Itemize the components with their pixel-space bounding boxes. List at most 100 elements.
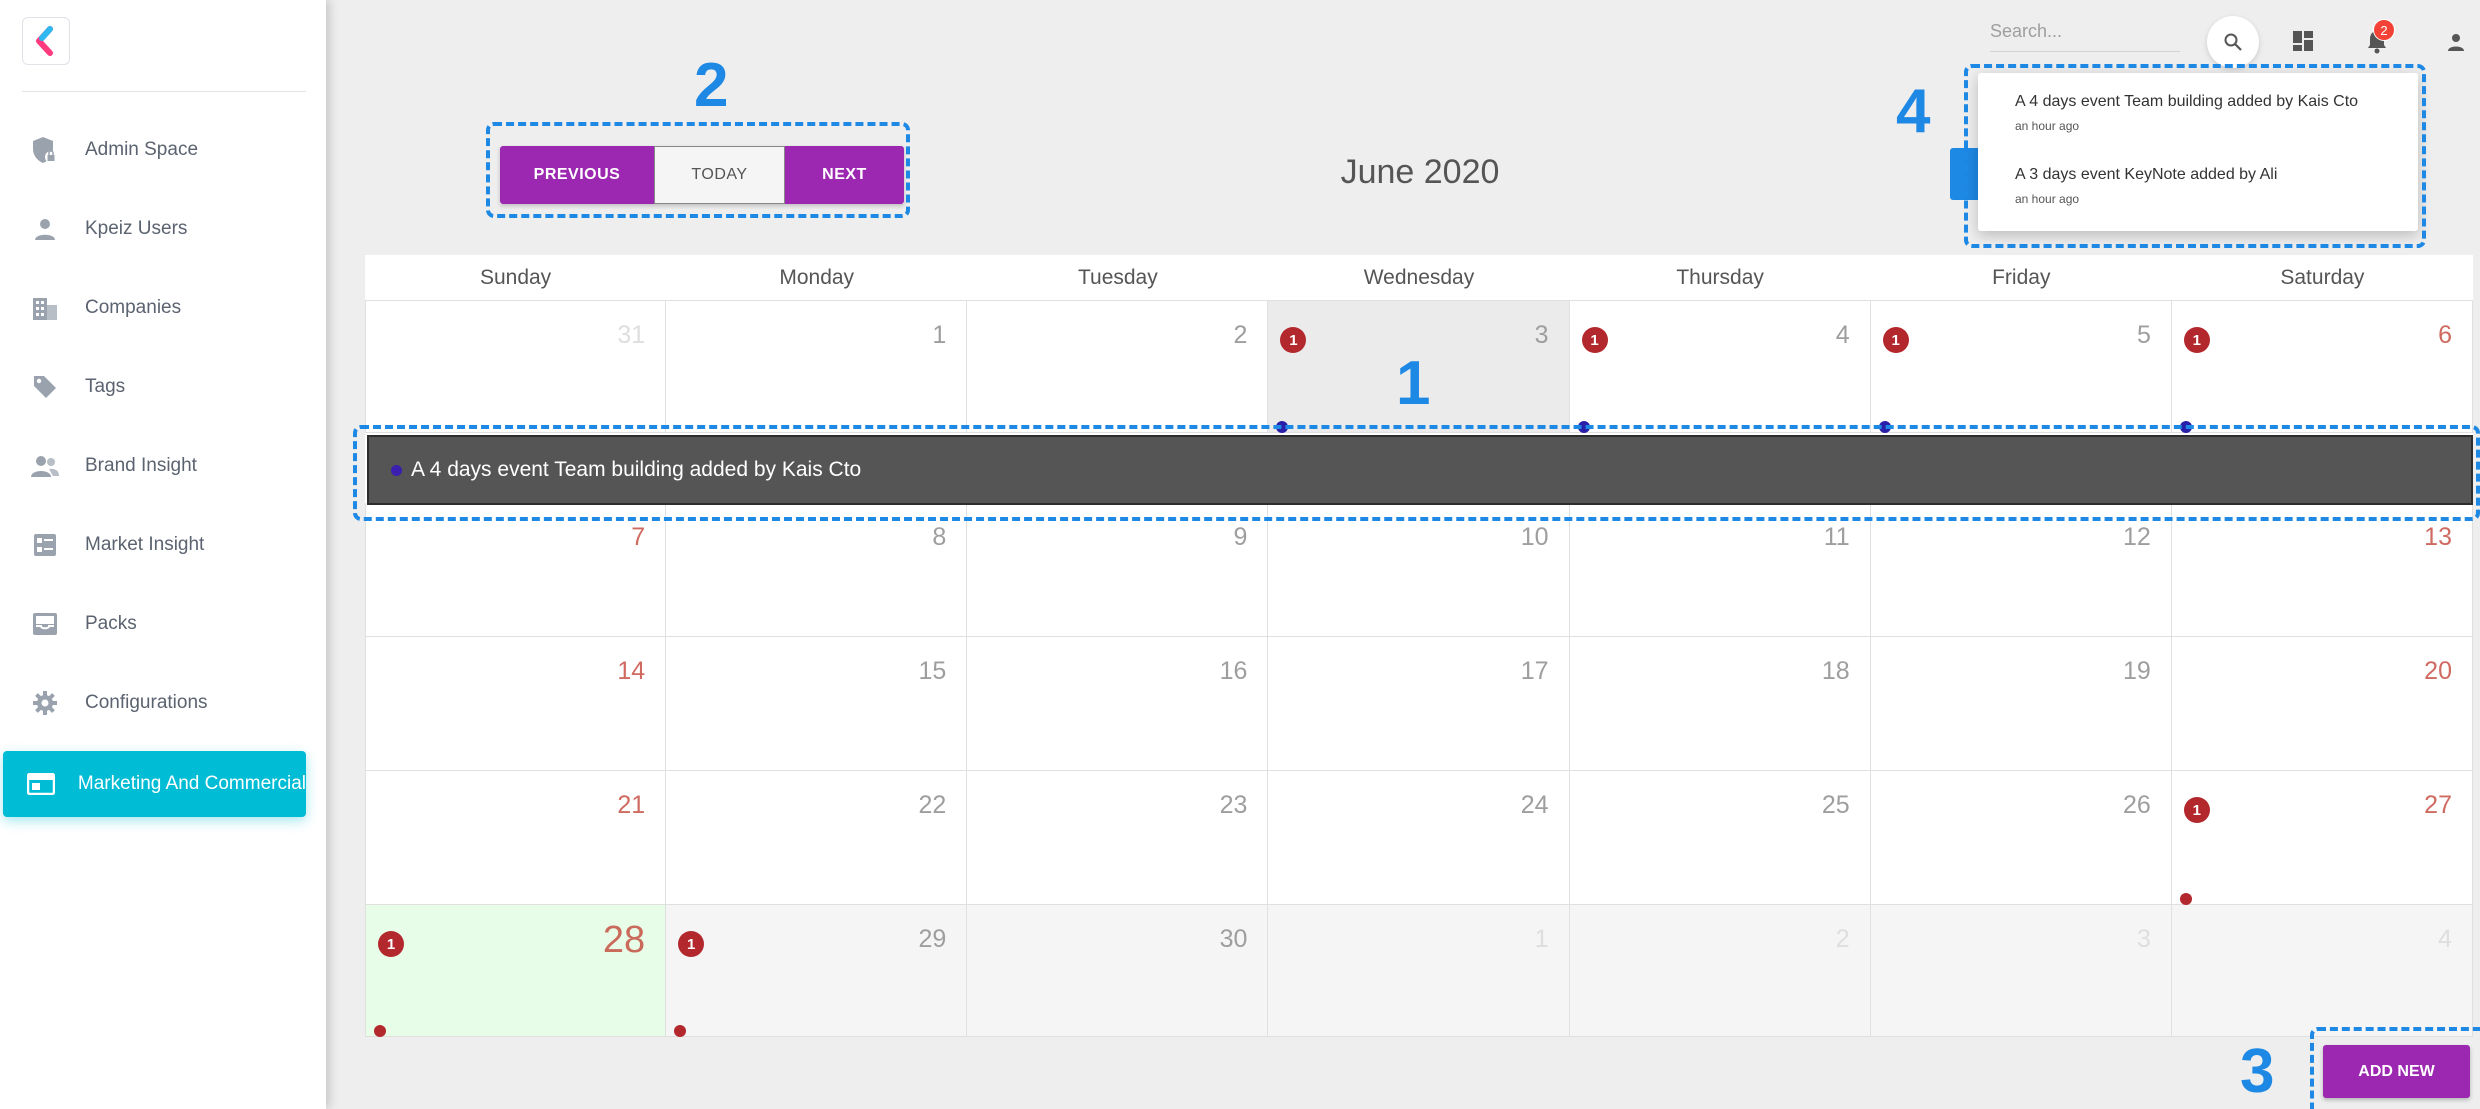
sidebar-item-kpeiz-users[interactable]: Kpeiz Users xyxy=(3,196,306,262)
sidebar-item-label: Tags xyxy=(85,376,126,397)
notification-count-badge: 2 xyxy=(2373,19,2395,41)
gear-icon xyxy=(27,690,63,716)
event-dot xyxy=(2179,893,2192,905)
sidebar-item-admin-space[interactable]: Admin Space xyxy=(3,117,306,183)
day-number: 10 xyxy=(1520,523,1549,551)
sidebar-item-packs[interactable]: Packs xyxy=(3,591,306,657)
day-cell[interactable]: 4 xyxy=(2171,905,2473,1037)
day-cell[interactable]: 23 xyxy=(967,771,1269,905)
day-cell[interactable]: 29 1 xyxy=(666,905,968,1037)
day-cell[interactable]: 2 xyxy=(967,301,1269,433)
web-window-icon xyxy=(27,773,56,795)
sidebar-item-market-insight[interactable]: Market Insight xyxy=(3,512,306,578)
sidebar-item-label: Companies xyxy=(85,297,182,318)
sidebar-item-marketing-and-commercial[interactable]: Marketing And Commercial xyxy=(3,751,306,817)
day-number: 29 xyxy=(918,925,947,953)
day-number: 28 xyxy=(602,919,646,961)
day-cell[interactable]: 10 xyxy=(1268,503,1570,637)
day-cell[interactable]: 8 xyxy=(666,503,968,637)
day-cell[interactable]: 1 xyxy=(1268,905,1570,1037)
sidebar-item-label: Marketing And Commercial xyxy=(77,773,306,794)
sidebar-item-label: Kpeiz Users xyxy=(85,218,188,239)
event-dot xyxy=(674,1025,687,1037)
weekday-label: Sunday xyxy=(479,265,552,289)
day-cell[interactable]: 14 xyxy=(365,637,667,771)
inbox-icon xyxy=(27,612,63,636)
event-count-badge[interactable]: 1 xyxy=(378,931,404,957)
event-dot xyxy=(374,1025,386,1037)
user-icon xyxy=(2448,34,2464,51)
day-cell[interactable]: 19 xyxy=(1870,637,2172,771)
day-number: 26 xyxy=(2123,791,2151,819)
sidebar-item-label: Configurations xyxy=(85,692,208,713)
day-cell[interactable]: 61 xyxy=(2171,301,2473,433)
day-cell[interactable]: 18 xyxy=(1569,637,1871,771)
day-cell[interactable]: 20 xyxy=(2171,637,2473,771)
event-count-badge[interactable]: 1 xyxy=(2183,797,2210,823)
users-group-icon xyxy=(27,454,63,478)
day-cell[interactable]: 30 xyxy=(967,905,1269,1037)
day-cell[interactable]: 9 xyxy=(967,503,1269,637)
day-number: 2 xyxy=(1233,321,1248,349)
search-input[interactable] xyxy=(1990,14,2180,48)
weekday-label: Monday xyxy=(779,265,855,289)
day-cell[interactable]: 3 xyxy=(1870,905,2172,1037)
day-cell[interactable]: 16 xyxy=(967,637,1269,771)
day-cell[interactable]: 25 xyxy=(1569,771,1871,905)
day-number: 22 xyxy=(918,791,947,819)
sidebar-item-companies[interactable]: Companies xyxy=(3,275,306,341)
day-cell[interactable]: 41 xyxy=(1569,301,1871,433)
annotation-box-1 xyxy=(353,425,2480,521)
weekday-header: Sunday Monday Tuesday Wednesday Thursday Frid… xyxy=(365,255,2473,301)
day-number: 18 xyxy=(1821,657,1850,685)
day-cell[interactable]: 28 1 xyxy=(365,905,667,1037)
profile-button[interactable] xyxy=(2445,31,2467,53)
day-cell[interactable]: 11 xyxy=(1569,503,1871,637)
day-number: 11 xyxy=(1823,523,1850,551)
search-button[interactable] xyxy=(2207,16,2259,68)
event-count-badge[interactable]: 1 xyxy=(1882,327,1909,353)
day-cell[interactable]: 27 1 xyxy=(2171,771,2473,905)
day-cell[interactable]: 51 xyxy=(1870,301,2172,433)
event-count-badge[interactable]: 1 xyxy=(678,931,705,957)
day-cell[interactable]: 13 xyxy=(2171,503,2473,637)
dashboard-button[interactable] xyxy=(2291,29,2315,53)
day-cell[interactable]: 21 xyxy=(365,771,667,905)
day-number: 6 xyxy=(2438,321,2452,349)
day-cell[interactable]: 15 xyxy=(666,637,968,771)
day-cell[interactable]: 26 xyxy=(1870,771,2172,905)
sidebar-item-configurations[interactable]: Configurations xyxy=(3,670,306,736)
app-logo[interactable] xyxy=(22,17,70,65)
day-number: 14 xyxy=(617,657,646,685)
day-cell[interactable]: 12 xyxy=(1870,503,2172,637)
sidebar: Admin Space Kpeiz Users Companies Tags B… xyxy=(0,0,326,1109)
day-number: 4 xyxy=(2438,925,2452,953)
sidebar-item-tags[interactable]: Tags xyxy=(3,354,306,420)
weekday-label: Tuesday xyxy=(1077,265,1158,289)
day-number: 7 xyxy=(631,523,646,551)
annotation-box-4 xyxy=(1964,64,2426,248)
sidebar-item-label: Packs xyxy=(85,613,137,634)
day-number: 20 xyxy=(2424,657,2452,685)
day-cell[interactable]: 31 xyxy=(365,301,667,433)
event-count-badge[interactable]: 1 xyxy=(1280,327,1307,353)
day-number: 21 xyxy=(617,791,646,819)
day-cell[interactable]: 22 xyxy=(666,771,968,905)
day-cell[interactable]: 2 xyxy=(1569,905,1871,1037)
tag-icon xyxy=(27,374,63,400)
day-cell[interactable]: 7 xyxy=(365,503,667,637)
day-cell[interactable]: 17 xyxy=(1268,637,1570,771)
day-cell[interactable]: 24 xyxy=(1268,771,1570,905)
day-number: 24 xyxy=(1520,791,1549,819)
weekday-label: Friday xyxy=(1992,265,2051,289)
sidebar-item-brand-insight[interactable]: Brand Insight xyxy=(3,433,306,499)
day-number: 27 xyxy=(2424,791,2452,819)
day-cell[interactable]: 1 xyxy=(666,301,968,433)
event-count-badge[interactable]: 1 xyxy=(1581,327,1608,353)
dashboard-icon xyxy=(2293,31,2313,51)
sidebar-item-label: Brand Insight xyxy=(85,455,197,476)
day-number: 1 xyxy=(932,321,947,349)
day-number: 25 xyxy=(1821,791,1850,819)
event-count-badge[interactable]: 1 xyxy=(2183,327,2210,353)
day-number: 5 xyxy=(2136,321,2151,349)
